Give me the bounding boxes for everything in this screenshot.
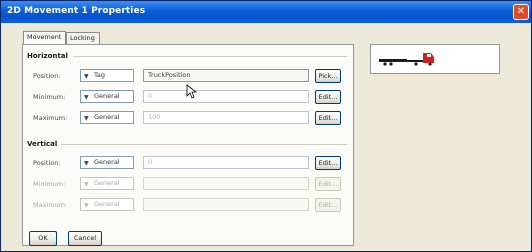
mouse-cursor-icon xyxy=(186,84,198,99)
tab-locking[interactable]: Locking xyxy=(66,32,100,44)
title-bar: 2D Movement 1 Properties ✕ xyxy=(1,1,531,23)
horizontal-divider xyxy=(73,56,347,57)
chevron-down-icon: ▼ xyxy=(84,94,89,101)
vertical-position-edit-button[interactable]: Edit... xyxy=(315,156,341,170)
chevron-down-icon: ▼ xyxy=(84,73,89,80)
horizontal-position-pick-button[interactable]: Pick... xyxy=(315,69,341,83)
vertical-position-label: Position: xyxy=(33,159,61,167)
vertical-divider xyxy=(61,144,347,145)
horizontal-minimum-type-select[interactable]: ▼ General xyxy=(80,90,134,103)
horizontal-position-type-select[interactable]: ▼ Tag xyxy=(80,69,134,82)
chevron-down-icon: ▼ xyxy=(84,202,89,209)
vertical-position-field[interactable]: 0 xyxy=(143,156,309,169)
chevron-down-icon: ▼ xyxy=(84,181,89,188)
vertical-heading: Vertical xyxy=(27,140,58,148)
horizontal-minimum-field[interactable]: 0 xyxy=(143,90,309,103)
vertical-position-type-select[interactable]: ▼ General xyxy=(80,156,134,169)
ok-button[interactable]: OK xyxy=(29,231,57,246)
horizontal-position-field[interactable]: TruckPosition xyxy=(143,69,309,82)
horizontal-minimum-edit-button[interactable]: Edit... xyxy=(315,90,341,104)
horizontal-minimum-label: Minimum: xyxy=(33,93,66,101)
horizontal-maximum-edit-button[interactable]: Edit... xyxy=(315,111,341,125)
vertical-maximum-field[interactable] xyxy=(143,198,309,211)
horizontal-heading: Horizontal xyxy=(27,52,68,60)
horizontal-maximum-type-select[interactable]: ▼ General xyxy=(80,111,134,124)
vertical-minimum-label: Minimum: xyxy=(33,180,66,188)
horizontal-position-label: Position: xyxy=(33,72,61,80)
tab-movement[interactable]: Movement xyxy=(23,31,66,45)
horizontal-maximum-label: Maximum: xyxy=(33,114,68,122)
vertical-minimum-type-select[interactable]: ▼ General xyxy=(80,177,134,190)
vertical-minimum-edit-button[interactable]: Edit... xyxy=(315,177,341,191)
chevron-down-icon: ▼ xyxy=(84,160,89,167)
chevron-down-icon: ▼ xyxy=(84,115,89,122)
close-icon[interactable]: ✕ xyxy=(513,4,529,20)
cancel-button[interactable]: Cancel xyxy=(68,231,102,246)
vertical-minimum-field[interactable] xyxy=(143,177,309,190)
movement-panel: Horizontal Position: ▼ Tag TruckPosition … xyxy=(22,44,354,246)
vertical-maximum-edit-button[interactable]: Edit... xyxy=(315,198,341,212)
window-title: 2D Movement 1 Properties xyxy=(7,6,146,16)
truck-icon xyxy=(379,53,434,66)
horizontal-maximum-field[interactable]: 100 xyxy=(143,111,309,124)
preview-pane xyxy=(370,44,500,74)
vertical-maximum-type-select[interactable]: ▼ General xyxy=(80,198,134,211)
properties-window: 2D Movement 1 Properties ✕ Movement Lock… xyxy=(0,0,532,252)
vertical-maximum-label: Maximum: xyxy=(33,201,68,209)
